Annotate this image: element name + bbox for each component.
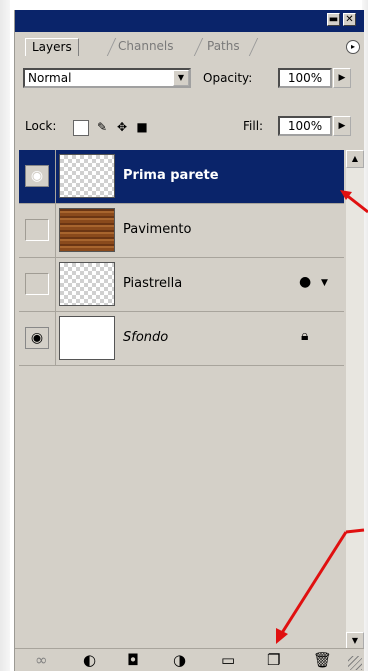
fill-input[interactable]: 100% [278,116,332,136]
layer-name: Sfondo [123,330,169,345]
scroll-up-icon[interactable]: ▲ [346,150,364,168]
visibility-toggle[interactable] [25,273,49,295]
minimize-icon[interactable]: ▬ [327,13,340,26]
tab-channels[interactable]: Channels [112,38,180,56]
opacity-label: Opacity: [203,71,253,85]
new-layer-icon[interactable]: ❐ [267,651,280,669]
layer-name: Pavimento [123,222,192,237]
layer-row-sfondo[interactable]: ◉ Sfondo 🔒︎ [19,312,344,366]
page-shadow-left [0,0,10,671]
lock-move-icon[interactable]: ✥ [115,120,129,134]
blend-opacity-row: Normal ▼ Opacity: 100% ▶ [15,58,364,88]
resize-grip[interactable] [348,656,362,670]
layers-panel: ▬ ✕ Layers Channels Paths ▸ Normal ▼ Opa… [14,10,364,671]
eye-icon[interactable]: ◉ [25,165,49,187]
link-icon[interactable]: ∞ [35,651,48,669]
panel-titlebar[interactable]: ▬ ✕ [15,10,364,32]
chevron-down-icon[interactable]: ▼ [321,278,328,288]
tab-paths[interactable]: Paths [201,38,246,56]
layer-thumbnail [59,316,115,360]
layer-thumbnail [59,262,115,306]
layer-thumbnail [59,154,115,198]
opacity-input[interactable]: 100% [278,68,332,88]
row-divider [55,258,56,311]
layers-scrollbar[interactable]: ▲ ▼ [346,150,364,650]
tab-layers[interactable]: Layers [25,38,79,56]
lock-label: Lock: [25,119,57,133]
mask-icon[interactable]: ◘ [127,651,139,669]
panel-menu-icon[interactable]: ▸ [346,40,360,54]
new-group-icon[interactable]: ▭ [221,651,235,669]
layer-row-prima-parete[interactable]: ◉ Prima parete [19,150,344,204]
visibility-toggle[interactable] [25,219,49,241]
layers-list: ◉ Prima parete Pavimento Piastrella ● ▼ … [19,150,344,630]
eye-icon[interactable]: ◉ [25,327,49,349]
panel-tabs: Layers Channels Paths [15,32,364,56]
row-divider [55,204,56,257]
layer-style-icon[interactable]: ◐ [83,651,96,669]
row-divider [55,150,56,203]
row-divider [55,312,56,365]
lock-brush-icon[interactable]: ✎ [95,120,109,134]
fill-arrow-icon[interactable]: ▶ [333,116,351,136]
bottom-toolbar: ∞ ◐ ◘ ◑ ▭ ❐ 🗑︎ [15,648,364,671]
blend-mode-select[interactable]: Normal ▼ [23,68,191,88]
tab-divider [248,38,259,56]
adjustment-layer-icon[interactable]: ◑ [173,651,186,669]
lock-icon: 🔒︎ [301,328,309,344]
layer-name: Prima parete [123,168,219,183]
lock-all-icon[interactable]: ■ [135,120,149,134]
layer-thumbnail [59,208,115,252]
blend-mode-value: Normal [28,71,72,85]
layer-row-piastrella[interactable]: Piastrella ● ▼ [19,258,344,312]
layer-name: Piastrella [123,276,183,291]
close-icon[interactable]: ✕ [343,13,356,26]
trash-icon[interactable]: 🗑︎ [313,651,332,669]
fill-label: Fill: [243,119,264,133]
layer-row-pavimento[interactable]: Pavimento [19,204,344,258]
opacity-arrow-icon[interactable]: ▶ [333,68,351,88]
chevron-down-icon[interactable]: ▼ [173,70,189,86]
lock-transparency-icon[interactable] [73,120,89,136]
layer-style-icon[interactable]: ● [299,274,311,290]
